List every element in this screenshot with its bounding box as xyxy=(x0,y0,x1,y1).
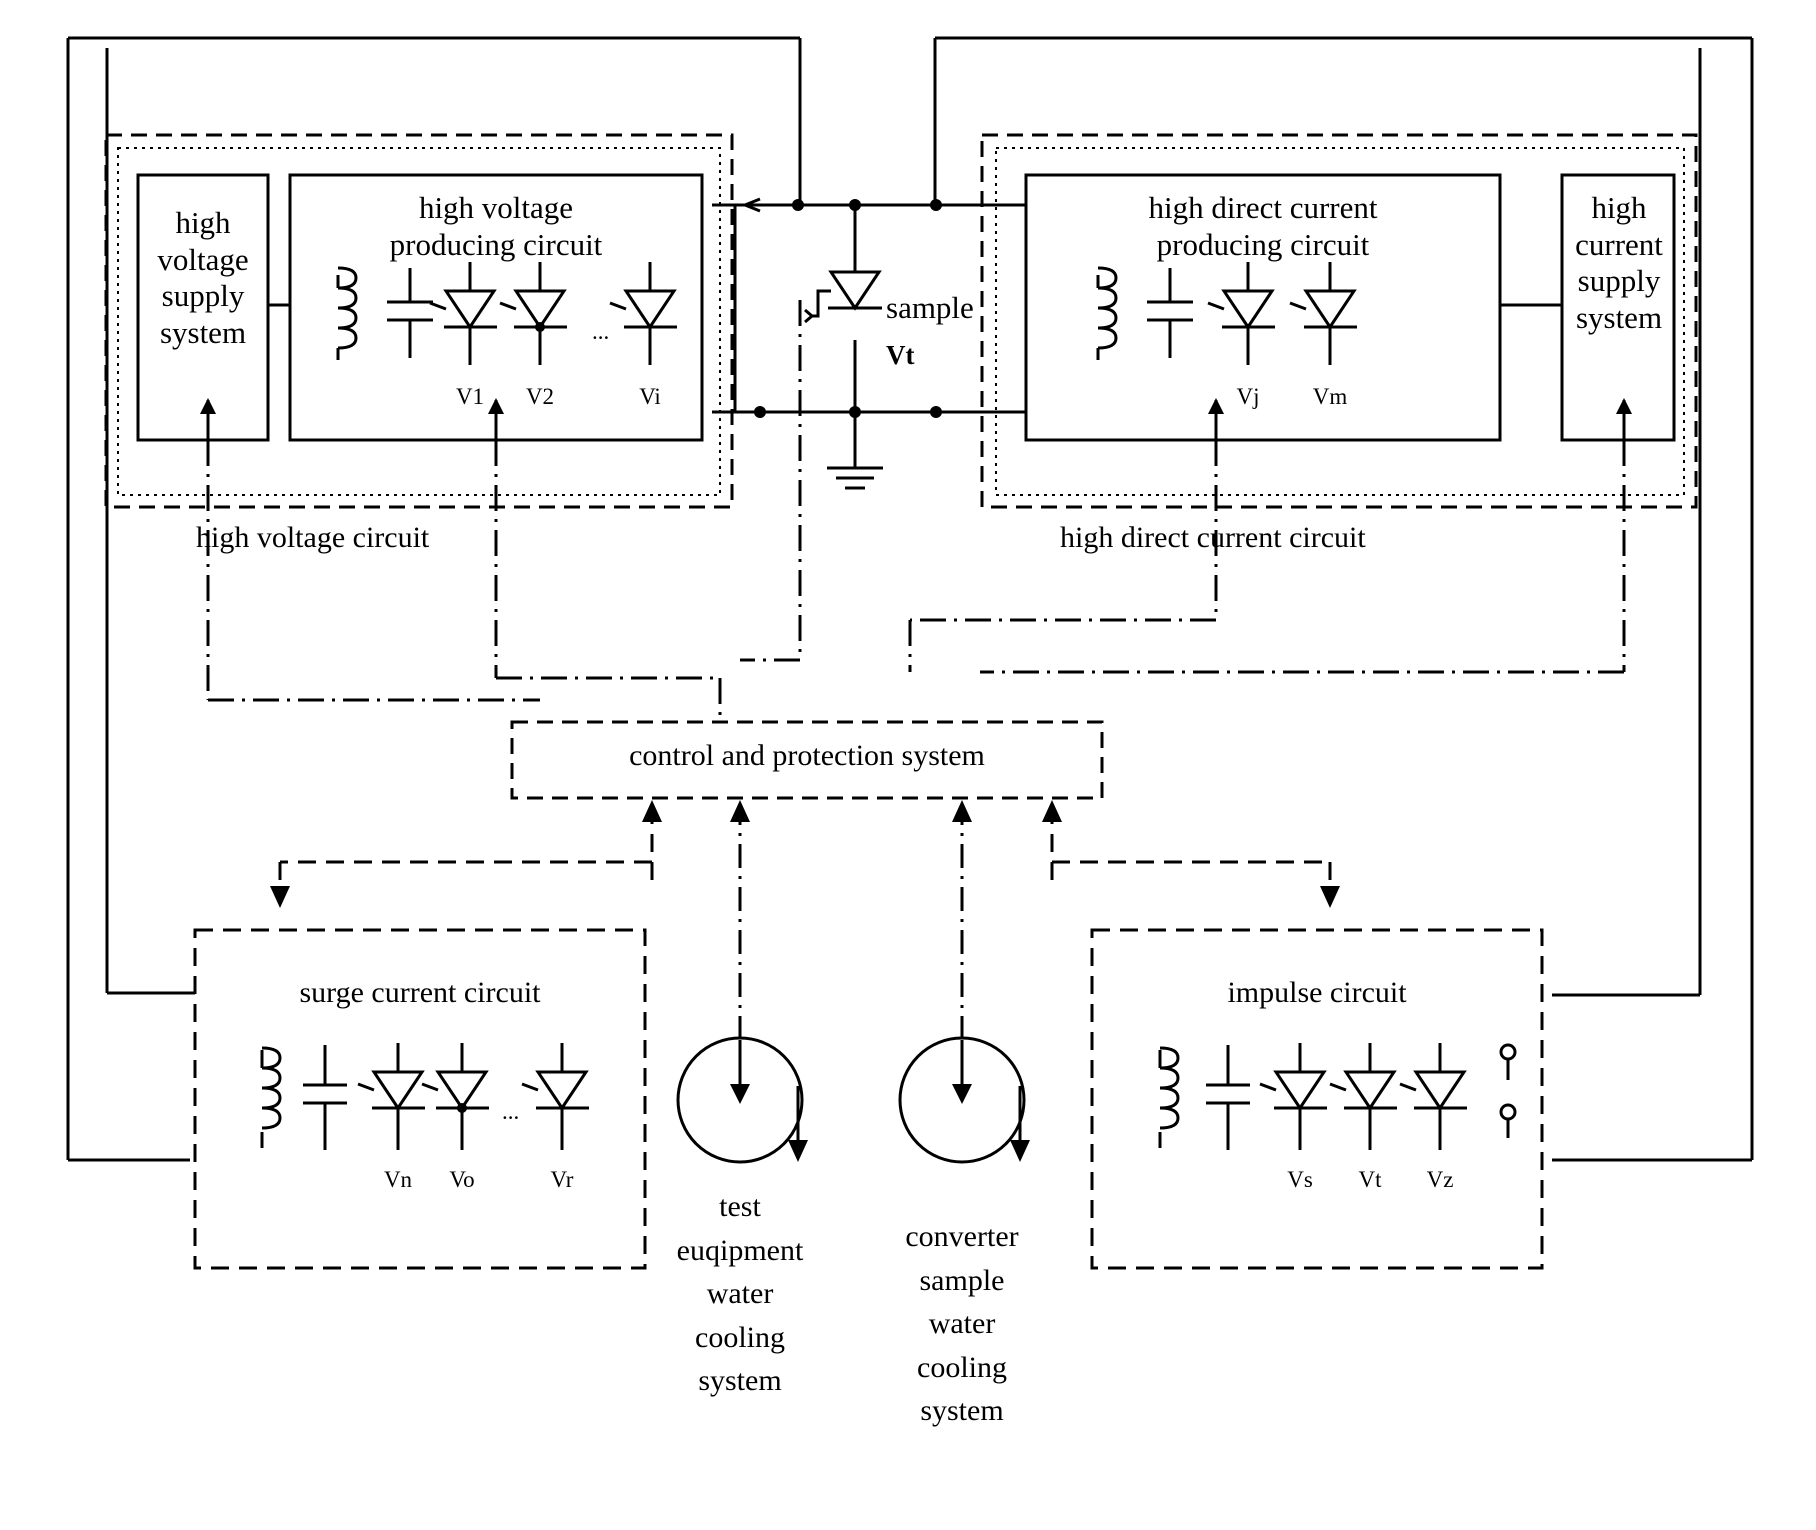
arrow-ctrl-surge-down-head xyxy=(270,886,290,908)
diagram-canvas: high voltage supply system high voltage … xyxy=(0,0,1816,1530)
node-dot-bc xyxy=(849,406,861,418)
node-dot-tl xyxy=(792,199,804,211)
sample-thyristor-gate-arrow xyxy=(804,308,813,324)
sample-value-label: Vt xyxy=(886,340,915,370)
device-label-vi: Vi xyxy=(639,384,661,409)
converter-cooling-label: converter sample water cooling system xyxy=(905,1220,1019,1427)
sample-label: sample xyxy=(886,290,974,325)
surge-thyo-node xyxy=(457,1103,467,1113)
arrow-impulse-up-head xyxy=(1042,800,1062,822)
node-dot-tc xyxy=(849,199,861,211)
device-label-v1: V1 xyxy=(455,384,485,409)
high-current-supply-label: high current supply system xyxy=(1575,190,1663,335)
arrow-convcool-up-head xyxy=(952,800,972,822)
thy2-node xyxy=(535,322,545,332)
high-voltage-producing-label: high voltage producing circuit xyxy=(389,190,603,262)
high-voltage-supply-label: high voltage supply system xyxy=(157,205,249,350)
test-cooling-label: test euqipment water cooling system xyxy=(676,1190,804,1397)
device-label-vj: Vj xyxy=(1236,384,1260,409)
device-label-vm: Vm xyxy=(1312,384,1348,409)
device-label-vr: Vr xyxy=(550,1167,574,1192)
impulse-circuit-label: impulse circuit xyxy=(1227,976,1407,1009)
device-label-vn: Vn xyxy=(383,1167,413,1192)
device-label-vo: Vo xyxy=(449,1167,475,1192)
device-label-v2: V2 xyxy=(525,384,555,409)
sample-thyristor-gate xyxy=(812,289,831,318)
high-voltage-circuit-label: high voltage circuit xyxy=(196,521,430,554)
high-dc-producing-label: high direct current producing circuit xyxy=(1148,190,1378,262)
ellipsis-hv: ... xyxy=(592,319,610,344)
converter-cooling-pump-out-arrow xyxy=(1010,1140,1030,1162)
arrow-ctrl-impulse-down-head xyxy=(1320,886,1340,908)
device-label-vz: Vz xyxy=(1426,1167,1454,1192)
arrow-testcool-up-head xyxy=(730,800,750,822)
ellipsis-surge: ... xyxy=(502,1099,520,1124)
test-cooling-pump-out-arrow xyxy=(788,1140,808,1162)
control-protection-label: control and protection system xyxy=(629,739,985,772)
device-label-vs: Vs xyxy=(1287,1167,1313,1192)
device-label-vt: Vt xyxy=(1358,1167,1382,1192)
arrow-surge-up-head xyxy=(642,800,662,822)
high-dc-circuit-label: high direct current circuit xyxy=(1060,521,1366,554)
node-dot-bl xyxy=(754,406,766,418)
surge-current-circuit-label: surge current circuit xyxy=(299,976,541,1009)
sample-thyristor-triangle xyxy=(828,270,882,311)
